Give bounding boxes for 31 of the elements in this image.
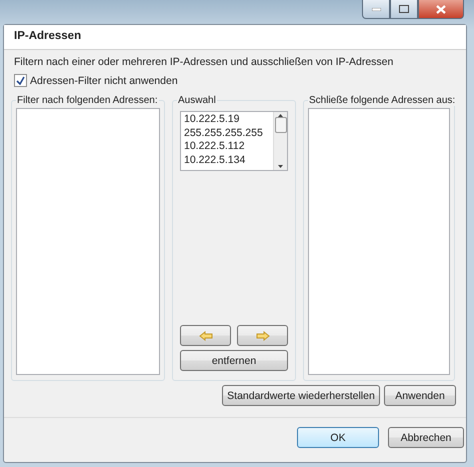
maximize-icon <box>399 5 409 13</box>
close-icon <box>436 4 446 14</box>
minimize-icon <box>372 8 380 10</box>
right-arrow-icon <box>256 330 270 340</box>
close-button[interactable] <box>418 0 464 19</box>
group-title: Filter nach folgenden Adressen: <box>16 95 159 106</box>
scrollbar[interactable] <box>273 112 287 170</box>
checkbox-label: Adressen-Filter nicht anwenden <box>30 74 178 86</box>
action-button[interactable]: Standardwerte wiederherstellen <box>222 385 380 406</box>
down-arrow-icon <box>278 165 283 168</box>
left-arrow-icon <box>198 330 212 340</box>
move-right-button[interactable] <box>237 325 288 346</box>
up-arrow-icon <box>278 114 283 117</box>
action-button[interactable]: Anwenden <box>384 385 456 406</box>
dialog-button[interactable]: Abbrechen <box>388 427 464 448</box>
minimize-button[interactable] <box>362 0 390 19</box>
group-title: Auswahl <box>177 95 217 106</box>
address-list[interactable]: 10.222.5.19 255.255.255.255 10.222.5.112 10.222.5.134 <box>180 111 288 171</box>
filter-checkbox[interactable] <box>14 74 27 87</box>
description-text: Filtern nach einer oder mehreren IP-Adressen und ausschließen von IP-Adressen <box>13 56 394 68</box>
move-left-button[interactable] <box>180 325 231 346</box>
dialog-title: IP-Adressen <box>4 25 466 50</box>
address-item[interactable]: 10.222.5.134 <box>184 154 270 167</box>
checkmark-icon <box>16 76 25 85</box>
group-title: Schließe folgende Adressen aus: <box>308 95 456 106</box>
maximize-button[interactable] <box>390 0 418 19</box>
address-item[interactable]: 10.222.5.112 <box>184 140 270 154</box>
dialog-button[interactable]: OK <box>297 427 379 448</box>
remove-button[interactable]: entfernen <box>180 350 288 371</box>
address-item[interactable]: 255.255.255.255 <box>184 126 270 140</box>
address-item[interactable]: 10.222.5.19 <box>184 113 270 126</box>
